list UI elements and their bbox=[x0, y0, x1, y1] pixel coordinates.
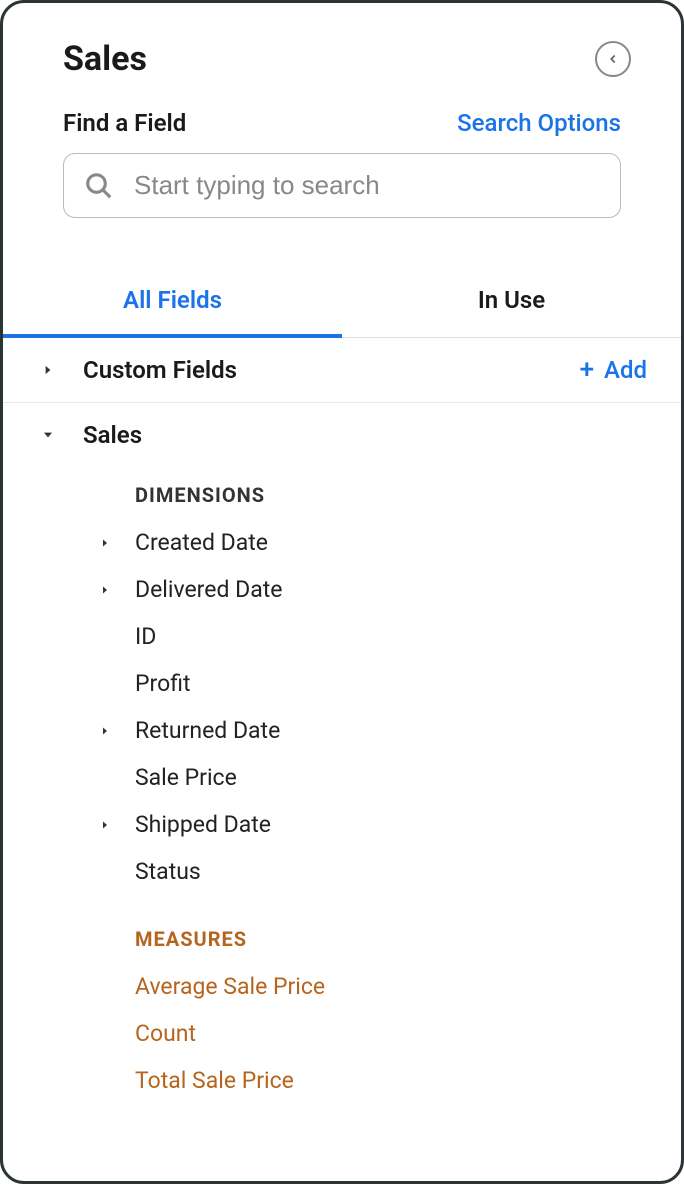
tabs: All Fields In Use bbox=[3, 266, 681, 338]
field-label: Delivered Date bbox=[135, 576, 282, 603]
field-label: Shipped Date bbox=[135, 811, 271, 838]
add-custom-field-button[interactable]: + Add bbox=[580, 356, 647, 384]
field-label: Created Date bbox=[135, 529, 268, 556]
section-custom-fields[interactable]: Custom Fields + Add bbox=[3, 338, 681, 403]
field-label: ID bbox=[135, 623, 156, 650]
search-section: Find a Field Search Options bbox=[3, 99, 681, 218]
dimension-field[interactable]: Status bbox=[3, 848, 681, 895]
field-label: Total Sale Price bbox=[135, 1067, 294, 1094]
search-icon bbox=[84, 171, 114, 201]
search-input[interactable] bbox=[134, 170, 600, 201]
dimension-field[interactable]: Created Date bbox=[3, 519, 681, 566]
search-options-link[interactable]: Search Options bbox=[457, 109, 621, 137]
chevron-down-icon bbox=[41, 428, 55, 442]
panel-title: Sales bbox=[63, 39, 147, 79]
section-sales[interactable]: Sales bbox=[3, 403, 681, 467]
chevron-right-icon bbox=[99, 537, 111, 549]
dimension-field[interactable]: Delivered Date bbox=[3, 566, 681, 613]
chevron-left-icon bbox=[606, 52, 620, 66]
measure-field[interactable]: Average Sale Price bbox=[3, 963, 681, 1010]
measures-header: MEASURES bbox=[3, 915, 681, 963]
field-label: Returned Date bbox=[135, 717, 280, 744]
section-custom-fields-title: Custom Fields bbox=[83, 356, 580, 384]
dimension-field[interactable]: Profit bbox=[3, 660, 681, 707]
field-picker-panel: Sales Find a Field Search Options All Fi… bbox=[0, 0, 684, 1184]
field-label: Profit bbox=[135, 670, 190, 697]
plus-icon: + bbox=[580, 357, 594, 383]
measures-list: Average Sale Price Count Total Sale Pric… bbox=[3, 963, 681, 1104]
tab-all-fields[interactable]: All Fields bbox=[3, 266, 342, 338]
tab-in-use[interactable]: In Use bbox=[342, 266, 681, 337]
field-label: Count bbox=[135, 1020, 196, 1047]
find-field-label: Find a Field bbox=[63, 109, 186, 137]
search-labels: Find a Field Search Options bbox=[63, 109, 621, 137]
sales-fields: DIMENSIONS Created Date Delivered Date I… bbox=[3, 467, 681, 1104]
measure-field[interactable]: Total Sale Price bbox=[3, 1057, 681, 1104]
chevron-right-icon bbox=[41, 363, 55, 377]
dimension-field[interactable]: Returned Date bbox=[3, 707, 681, 754]
section-sales-title: Sales bbox=[83, 421, 647, 449]
chevron-right-icon bbox=[99, 725, 111, 737]
dimensions-list: Created Date Delivered Date ID Profit Re… bbox=[3, 519, 681, 895]
search-box[interactable] bbox=[63, 153, 621, 218]
chevron-right-icon bbox=[99, 819, 111, 831]
dimension-field[interactable]: Shipped Date bbox=[3, 801, 681, 848]
dimensions-header: DIMENSIONS bbox=[3, 471, 681, 519]
field-label: Sale Price bbox=[135, 764, 237, 791]
add-label: Add bbox=[604, 356, 647, 384]
dimension-field[interactable]: ID bbox=[3, 613, 681, 660]
panel-header: Sales bbox=[3, 3, 681, 99]
collapse-panel-button[interactable] bbox=[595, 41, 631, 77]
field-label: Status bbox=[135, 858, 201, 885]
chevron-right-icon bbox=[99, 584, 111, 596]
dimension-field[interactable]: Sale Price bbox=[3, 754, 681, 801]
field-label: Average Sale Price bbox=[135, 973, 325, 1000]
measure-field[interactable]: Count bbox=[3, 1010, 681, 1057]
